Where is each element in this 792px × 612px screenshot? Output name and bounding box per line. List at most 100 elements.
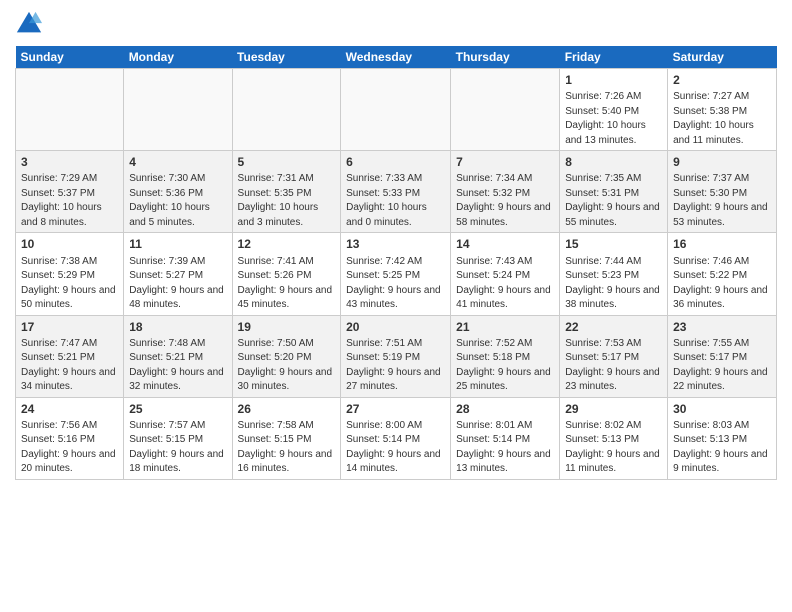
- logo-icon: [15, 10, 43, 38]
- logo: [15, 10, 47, 38]
- day-number: 14: [456, 236, 554, 252]
- day-cell: 1 Sunrise: 7:26 AMSunset: 5:40 PMDaylight…: [560, 69, 668, 151]
- day-cell: 12 Sunrise: 7:41 AMSunset: 5:26 PMDayligh…: [232, 233, 341, 315]
- col-header-tuesday: Tuesday: [232, 46, 341, 69]
- day-cell: 28 Sunrise: 8:01 AMSunset: 5:14 PMDayligh…: [451, 397, 560, 479]
- day-cell: 15Sunrise: 7:44 AMSunset: 5:23 PMDayligh…: [560, 233, 668, 315]
- calendar-table: SundayMondayTuesdayWednesdayThursdayFrid…: [15, 46, 777, 480]
- day-number: 11: [129, 236, 226, 252]
- day-info: Sunrise: 7:29 AMSunset: 5:37 PMDaylight:…: [21, 173, 102, 228]
- page: SundayMondayTuesdayWednesdayThursdayFrid…: [0, 0, 792, 490]
- day-info: Sunrise: 7:26 AMSunset: 5:40 PMDaylight:…: [565, 91, 646, 146]
- day-cell: [451, 69, 560, 151]
- day-cell: 29 Sunrise: 8:02 AMSunset: 5:13 PMDayligh…: [560, 397, 668, 479]
- day-number: 3: [21, 154, 118, 170]
- day-cell: 7 Sunrise: 7:34 AMSunset: 5:32 PMDaylight…: [451, 151, 560, 233]
- day-info: Sunrise: 8:01 AMSunset: 5:14 PMDaylight:…: [456, 420, 551, 475]
- day-cell: 4 Sunrise: 7:30 AMSunset: 5:36 PMDaylight…: [124, 151, 232, 233]
- day-info: Sunrise: 7:27 AMSunset: 5:38 PMDaylight:…: [673, 91, 754, 146]
- col-header-thursday: Thursday: [451, 46, 560, 69]
- day-info: Sunrise: 7:55 AMSunset: 5:17 PMDaylight:…: [673, 338, 768, 393]
- day-info: Sunrise: 7:47 AMSunset: 5:21 PMDaylight:…: [21, 338, 116, 393]
- day-info: Sunrise: 7:46 AMSunset: 5:22 PMDaylight:…: [673, 256, 768, 311]
- day-cell: 21 Sunrise: 7:52 AMSunset: 5:18 PMDayligh…: [451, 315, 560, 397]
- day-number: 5: [238, 154, 336, 170]
- col-header-sunday: Sunday: [16, 46, 124, 69]
- day-cell: 3 Sunrise: 7:29 AMSunset: 5:37 PMDaylight…: [16, 151, 124, 233]
- day-number: 27: [346, 401, 445, 417]
- day-number: 15: [565, 236, 662, 252]
- week-row-1: 1 Sunrise: 7:26 AMSunset: 5:40 PMDaylight…: [16, 69, 777, 151]
- day-info: Sunrise: 7:34 AMSunset: 5:32 PMDaylight:…: [456, 173, 551, 228]
- day-info: Sunrise: 7:58 AMSunset: 5:15 PMDaylight:…: [238, 420, 333, 475]
- day-number: 1: [565, 72, 662, 88]
- day-info: Sunrise: 8:02 AMSunset: 5:13 PMDaylight:…: [565, 420, 660, 475]
- day-cell: 8Sunrise: 7:35 AMSunset: 5:31 PMDaylight…: [560, 151, 668, 233]
- day-info: Sunrise: 7:39 AMSunset: 5:27 PMDaylight:…: [129, 256, 224, 311]
- day-number: 13: [346, 236, 445, 252]
- day-number: 4: [129, 154, 226, 170]
- day-number: 2: [673, 72, 771, 88]
- day-info: Sunrise: 8:03 AMSunset: 5:13 PMDaylight:…: [673, 420, 768, 475]
- day-info: Sunrise: 7:43 AMSunset: 5:24 PMDaylight:…: [456, 256, 551, 311]
- day-cell: 24Sunrise: 7:56 AMSunset: 5:16 PMDayligh…: [16, 397, 124, 479]
- day-number: 19: [238, 319, 336, 335]
- day-number: 22: [565, 319, 662, 335]
- day-number: 30: [673, 401, 771, 417]
- day-cell: 2 Sunrise: 7:27 AMSunset: 5:38 PMDaylight…: [668, 69, 777, 151]
- day-info: Sunrise: 7:57 AMSunset: 5:15 PMDaylight:…: [129, 420, 224, 475]
- day-number: 28: [456, 401, 554, 417]
- day-info: Sunrise: 7:41 AMSunset: 5:26 PMDaylight:…: [238, 256, 333, 311]
- day-number: 29: [565, 401, 662, 417]
- col-header-monday: Monday: [124, 46, 232, 69]
- header-row: SundayMondayTuesdayWednesdayThursdayFrid…: [16, 46, 777, 69]
- day-info: Sunrise: 7:35 AMSunset: 5:31 PMDaylight:…: [565, 173, 660, 228]
- day-info: Sunrise: 7:30 AMSunset: 5:36 PMDaylight:…: [129, 173, 210, 228]
- day-cell: [232, 69, 341, 151]
- header: [15, 10, 777, 38]
- day-cell: 11 Sunrise: 7:39 AMSunset: 5:27 PMDayligh…: [124, 233, 232, 315]
- day-info: Sunrise: 7:50 AMSunset: 5:20 PMDaylight:…: [238, 338, 333, 393]
- day-number: 7: [456, 154, 554, 170]
- day-cell: 10Sunrise: 7:38 AMSunset: 5:29 PMDayligh…: [16, 233, 124, 315]
- day-cell: 14 Sunrise: 7:43 AMSunset: 5:24 PMDayligh…: [451, 233, 560, 315]
- day-number: 21: [456, 319, 554, 335]
- col-header-saturday: Saturday: [668, 46, 777, 69]
- day-cell: 13 Sunrise: 7:42 AMSunset: 5:25 PMDayligh…: [341, 233, 451, 315]
- day-cell: 27 Sunrise: 8:00 AMSunset: 5:14 PMDayligh…: [341, 397, 451, 479]
- day-number: 9: [673, 154, 771, 170]
- day-number: 12: [238, 236, 336, 252]
- day-info: Sunrise: 7:33 AMSunset: 5:33 PMDaylight:…: [346, 173, 427, 228]
- day-cell: [16, 69, 124, 151]
- day-number: 25: [129, 401, 226, 417]
- day-cell: 20Sunrise: 7:51 AMSunset: 5:19 PMDayligh…: [341, 315, 451, 397]
- day-info: Sunrise: 7:48 AMSunset: 5:21 PMDaylight:…: [129, 338, 224, 393]
- col-header-friday: Friday: [560, 46, 668, 69]
- week-row-5: 24Sunrise: 7:56 AMSunset: 5:16 PMDayligh…: [16, 397, 777, 479]
- day-info: Sunrise: 7:38 AMSunset: 5:29 PMDaylight:…: [21, 256, 116, 311]
- week-row-3: 10Sunrise: 7:38 AMSunset: 5:29 PMDayligh…: [16, 233, 777, 315]
- day-cell: 22 Sunrise: 7:53 AMSunset: 5:17 PMDayligh…: [560, 315, 668, 397]
- day-info: Sunrise: 7:42 AMSunset: 5:25 PMDaylight:…: [346, 256, 441, 311]
- col-header-wednesday: Wednesday: [341, 46, 451, 69]
- day-info: Sunrise: 8:00 AMSunset: 5:14 PMDaylight:…: [346, 420, 441, 475]
- day-number: 23: [673, 319, 771, 335]
- day-cell: [124, 69, 232, 151]
- day-cell: 30 Sunrise: 8:03 AMSunset: 5:13 PMDayligh…: [668, 397, 777, 479]
- day-cell: 16 Sunrise: 7:46 AMSunset: 5:22 PMDayligh…: [668, 233, 777, 315]
- day-info: Sunrise: 7:53 AMSunset: 5:17 PMDaylight:…: [565, 338, 660, 393]
- day-number: 16: [673, 236, 771, 252]
- day-number: 18: [129, 319, 226, 335]
- week-row-2: 3 Sunrise: 7:29 AMSunset: 5:37 PMDaylight…: [16, 151, 777, 233]
- day-info: Sunrise: 7:56 AMSunset: 5:16 PMDaylight:…: [21, 420, 116, 475]
- day-cell: [341, 69, 451, 151]
- day-cell: 5 Sunrise: 7:31 AMSunset: 5:35 PMDaylight…: [232, 151, 341, 233]
- day-number: 26: [238, 401, 336, 417]
- day-info: Sunrise: 7:52 AMSunset: 5:18 PMDaylight:…: [456, 338, 551, 393]
- day-cell: 17Sunrise: 7:47 AMSunset: 5:21 PMDayligh…: [16, 315, 124, 397]
- day-info: Sunrise: 7:31 AMSunset: 5:35 PMDaylight:…: [238, 173, 319, 228]
- day-cell: 6Sunrise: 7:33 AMSunset: 5:33 PMDaylight…: [341, 151, 451, 233]
- day-info: Sunrise: 7:51 AMSunset: 5:19 PMDaylight:…: [346, 338, 441, 393]
- day-cell: 26 Sunrise: 7:58 AMSunset: 5:15 PMDayligh…: [232, 397, 341, 479]
- day-cell: 23 Sunrise: 7:55 AMSunset: 5:17 PMDayligh…: [668, 315, 777, 397]
